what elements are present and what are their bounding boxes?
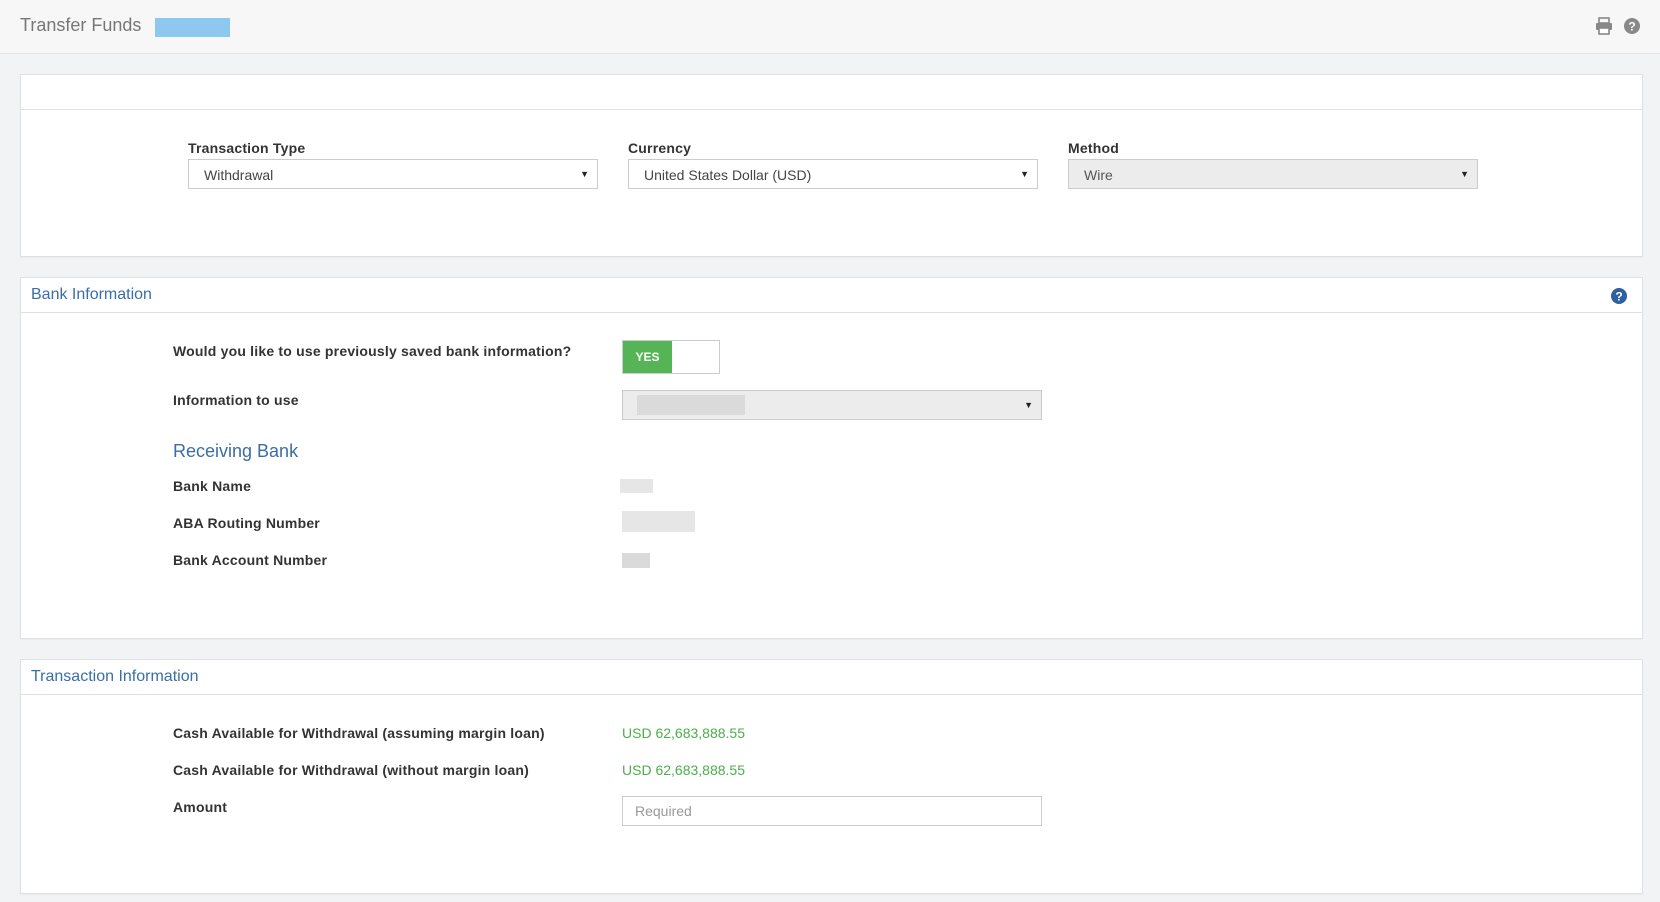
caret-down-icon: ▼ xyxy=(1460,169,1469,179)
cash-margin-label: Cash Available for Withdrawal (assuming … xyxy=(173,725,545,741)
print-icon[interactable] xyxy=(1594,16,1614,36)
transaction-type-select[interactable]: Withdrawal ▼ xyxy=(188,159,598,189)
redacted-value xyxy=(637,395,745,415)
svg-text:?: ? xyxy=(1628,20,1635,34)
transaction-type-label: Transaction Type xyxy=(188,140,306,156)
saved-bank-question: Would you like to use previously saved b… xyxy=(173,343,572,359)
information-to-use-label: Information to use xyxy=(173,392,299,408)
method-value: Wire xyxy=(1084,167,1113,183)
transaction-information-title: Transaction Information xyxy=(31,668,199,685)
page-title: Transfer Funds xyxy=(20,15,142,35)
receiving-bank-heading: Receiving Bank xyxy=(173,441,299,461)
help-icon[interactable]: ? xyxy=(1622,16,1642,36)
currency-select[interactable]: United States Dollar (USD) ▼ xyxy=(628,159,1038,189)
caret-down-icon: ▼ xyxy=(580,169,589,179)
help-icon[interactable]: ? xyxy=(1610,287,1628,305)
aba-routing-label: ABA Routing Number xyxy=(173,515,320,531)
transfer-options-panel: Transaction Type Withdrawal ▼ Currency U… xyxy=(20,74,1643,257)
bank-information-panel: Bank Information ? Would you like to use… xyxy=(20,277,1643,639)
caret-down-icon: ▼ xyxy=(1020,169,1029,179)
aba-routing-value-redacted xyxy=(622,511,695,532)
method-select[interactable]: Wire ▼ xyxy=(1068,159,1478,189)
cash-no-margin-value: USD 62,683,888.55 xyxy=(622,762,745,778)
bank-account-value-redacted xyxy=(622,553,650,568)
cash-margin-value: USD 62,683,888.55 xyxy=(622,725,745,741)
information-to-use-select[interactable]: ▼ xyxy=(622,390,1042,420)
top-bar: Transfer Funds ? xyxy=(0,0,1660,54)
svg-text:?: ? xyxy=(1615,290,1622,304)
currency-value: United States Dollar (USD) xyxy=(644,167,812,183)
bank-information-title: Bank Information xyxy=(31,286,152,303)
caret-down-icon: ▼ xyxy=(1024,400,1033,410)
amount-label: Amount xyxy=(173,799,228,815)
saved-bank-toggle[interactable]: YES xyxy=(622,340,720,374)
currency-label: Currency xyxy=(628,140,692,156)
panel-header: Bank Information ? xyxy=(21,278,1642,313)
cash-no-margin-label: Cash Available for Withdrawal (without m… xyxy=(173,762,529,778)
transaction-type-value: Withdrawal xyxy=(204,167,274,183)
account-id-badge xyxy=(155,18,230,37)
panel-header: Transaction Information xyxy=(21,660,1642,695)
method-label: Method xyxy=(1068,140,1119,156)
panel-header xyxy=(21,75,1642,110)
bank-name-value-redacted xyxy=(620,479,653,493)
amount-input[interactable] xyxy=(622,796,1042,826)
bank-name-label: Bank Name xyxy=(173,478,252,494)
toggle-yes-label: YES xyxy=(623,341,672,373)
bank-account-label: Bank Account Number xyxy=(173,552,328,568)
transaction-information-panel: Transaction Information Cash Available f… xyxy=(20,659,1643,894)
